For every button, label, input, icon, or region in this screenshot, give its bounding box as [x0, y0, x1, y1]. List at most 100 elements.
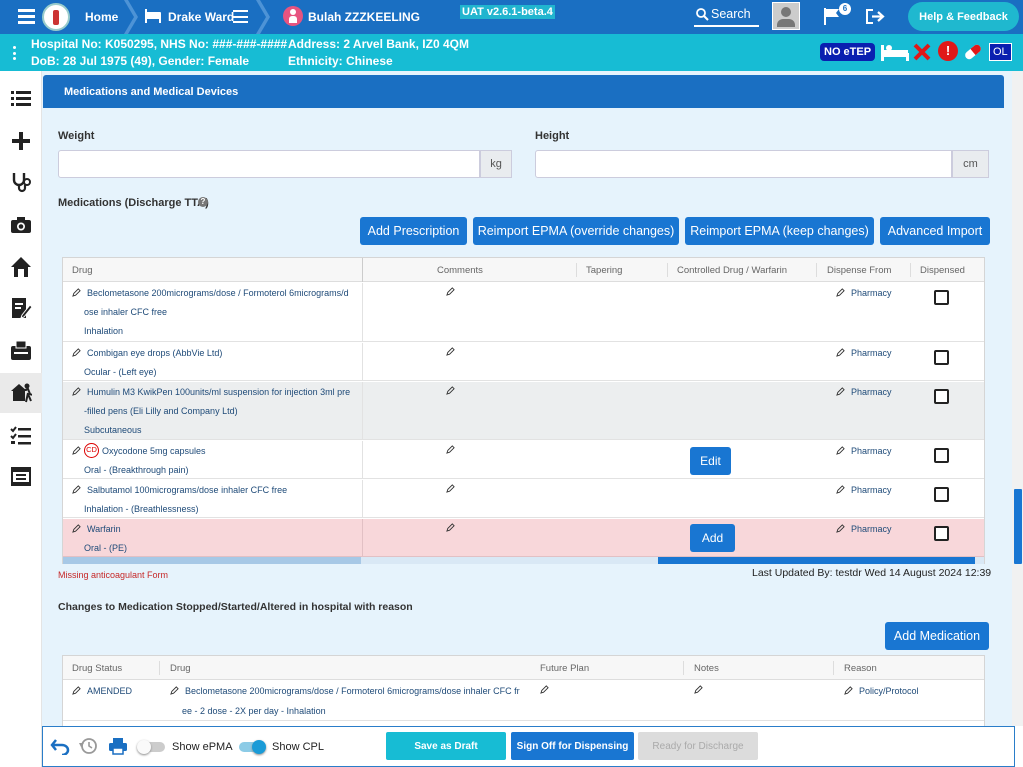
dispense-pencil-icon[interactable]: [836, 348, 845, 357]
patient-ethnicity: Ethnicity: Chinese: [288, 54, 393, 68]
dispense-pencil-icon[interactable]: [836, 387, 845, 396]
edit-document-icon[interactable]: [10, 297, 32, 319]
dispense-pencil-icon[interactable]: [836, 485, 845, 494]
help-icon[interactable]: ?: [198, 197, 208, 207]
reimport-override-button[interactable]: Reimport EPMA (override changes): [473, 217, 679, 245]
column-header-future-plan[interactable]: Future Plan: [540, 663, 589, 674]
weight-input[interactable]: [58, 150, 480, 178]
table-scroll-thumb[interactable]: [658, 557, 975, 564]
close-red-icon[interactable]: [913, 43, 931, 61]
comment-pencil-icon[interactable]: [446, 347, 455, 356]
discharge-person-icon[interactable]: [10, 381, 32, 403]
help-feedback-button[interactable]: Help & Feedback: [908, 2, 1019, 31]
edit-pencil-icon[interactable]: [72, 485, 81, 494]
dispense-from: Pharmacy: [851, 524, 892, 534]
search-link[interactable]: Search: [711, 7, 751, 21]
reimport-keep-button[interactable]: Reimport EPMA (keep changes): [685, 217, 874, 245]
drug-cell-divider: [362, 519, 363, 557]
comment-pencil-icon[interactable]: [446, 386, 455, 395]
dispensed-checkbox[interactable]: [934, 487, 949, 502]
column-header-comments[interactable]: Comments: [437, 265, 483, 276]
column-header-dispensed[interactable]: Dispensed: [920, 265, 965, 276]
patient-name[interactable]: Bulah ZZZKEELING: [308, 10, 420, 24]
add-icon[interactable]: [10, 130, 32, 152]
logout-icon[interactable]: [865, 8, 885, 25]
height-unit: cm: [952, 150, 989, 178]
save-draft-button[interactable]: Save as Draft: [386, 732, 506, 760]
home-link[interactable]: Home: [85, 10, 118, 24]
alert-icon[interactable]: !: [938, 41, 958, 61]
inbox-icon[interactable]: [10, 339, 32, 361]
checklist-icon[interactable]: [10, 424, 32, 446]
add-prescription-button[interactable]: Add Prescription: [360, 217, 467, 245]
sign-off-button[interactable]: Sign Off for Dispensing: [511, 732, 634, 760]
edit-pencil-icon[interactable]: [72, 686, 81, 695]
more-options-icon[interactable]: [13, 46, 16, 60]
comment-pencil-icon[interactable]: [446, 287, 455, 296]
dispense-from: Pharmacy: [851, 348, 892, 358]
column-header-reason[interactable]: Reason: [844, 663, 877, 674]
ol-badge[interactable]: OL: [989, 43, 1012, 61]
dispensed-checkbox[interactable]: [934, 448, 949, 463]
home-icon[interactable]: [10, 256, 32, 278]
controlled-drug-edit-button[interactable]: Edit: [690, 447, 731, 475]
column-divider: [816, 263, 817, 277]
dispense-pencil-icon[interactable]: [836, 524, 845, 533]
future-plan-pencil-icon[interactable]: [540, 685, 549, 694]
edit-pencil-icon[interactable]: [72, 524, 81, 533]
dispensed-checkbox[interactable]: [934, 290, 949, 305]
column-header-notes[interactable]: Notes: [694, 663, 719, 674]
column-header-dispense-from[interactable]: Dispense From: [827, 265, 891, 276]
app-logo[interactable]: [42, 3, 70, 31]
dispense-pencil-icon[interactable]: [836, 288, 845, 297]
building-icon[interactable]: [10, 465, 32, 487]
table-row: Beclometasone 200micrograms/dose / Formo…: [63, 283, 984, 342]
notes-pencil-icon[interactable]: [694, 685, 703, 694]
dispensed-checkbox[interactable]: [934, 526, 949, 541]
menu-icon[interactable]: [18, 9, 35, 24]
page-scroll-thumb[interactable]: [1014, 489, 1022, 564]
add-medication-button[interactable]: Add Medication: [885, 622, 989, 650]
height-input[interactable]: [535, 150, 952, 178]
comment-pencil-icon[interactable]: [446, 484, 455, 493]
column-header-tapering[interactable]: Tapering: [586, 265, 622, 276]
search-icon[interactable]: [696, 8, 709, 21]
etep-badge[interactable]: NO eTEP: [820, 43, 876, 61]
dispense-pencil-icon[interactable]: [836, 446, 845, 455]
pill-icon[interactable]: [962, 42, 984, 62]
edit-pencil-icon[interactable]: [72, 446, 81, 455]
bottom-action-bar: Show ePMA Show CPL Save as Draft Sign Of…: [42, 726, 1015, 767]
column-header-drug[interactable]: Drug: [170, 663, 191, 674]
stethoscope-icon[interactable]: [10, 171, 32, 193]
drug-name: Beclometasone 200micrograms/dose / Formo…: [185, 686, 520, 696]
history-icon[interactable]: [79, 737, 97, 755]
warfarin-add-button[interactable]: Add: [690, 524, 735, 552]
table-horizontal-scrollbar[interactable]: [63, 557, 984, 564]
comment-pencil-icon[interactable]: [446, 523, 455, 532]
ward-menu-icon[interactable]: [233, 10, 248, 23]
advanced-import-button[interactable]: Advanced Import: [880, 217, 990, 245]
dispensed-checkbox[interactable]: [934, 389, 949, 404]
column-header-drug-status[interactable]: Drug Status: [72, 663, 122, 674]
bed-icon[interactable]: [881, 43, 909, 61]
camera-icon[interactable]: [10, 214, 32, 236]
table-scroll-thumb-left[interactable]: [63, 557, 361, 564]
page-vertical-scrollbar[interactable]: [1012, 71, 1023, 726]
user-avatar[interactable]: [772, 2, 800, 30]
list-icon[interactable]: [10, 87, 32, 109]
edit-pencil-icon[interactable]: [72, 348, 81, 357]
ward-link[interactable]: Drake Ward: [168, 10, 234, 24]
show-epma-toggle[interactable]: [137, 740, 165, 754]
comment-pencil-icon[interactable]: [446, 445, 455, 454]
edit-pencil-icon[interactable]: [72, 288, 81, 297]
show-cpl-toggle[interactable]: [239, 740, 266, 754]
dispensed-checkbox[interactable]: [934, 350, 949, 365]
column-header-controlled-drug[interactable]: Controlled Drug / Warfarin: [677, 265, 787, 276]
reason-pencil-icon[interactable]: [844, 686, 853, 695]
edit-pencil-icon[interactable]: [72, 387, 81, 396]
undo-icon[interactable]: [50, 738, 70, 755]
top-navigation-bar: Home Drake Ward Bulah ZZZKEELING UAT v2.…: [0, 0, 1023, 34]
print-icon[interactable]: [108, 737, 128, 755]
edit-pencil-icon[interactable]: [170, 686, 179, 695]
column-header-drug[interactable]: Drug: [72, 265, 93, 276]
